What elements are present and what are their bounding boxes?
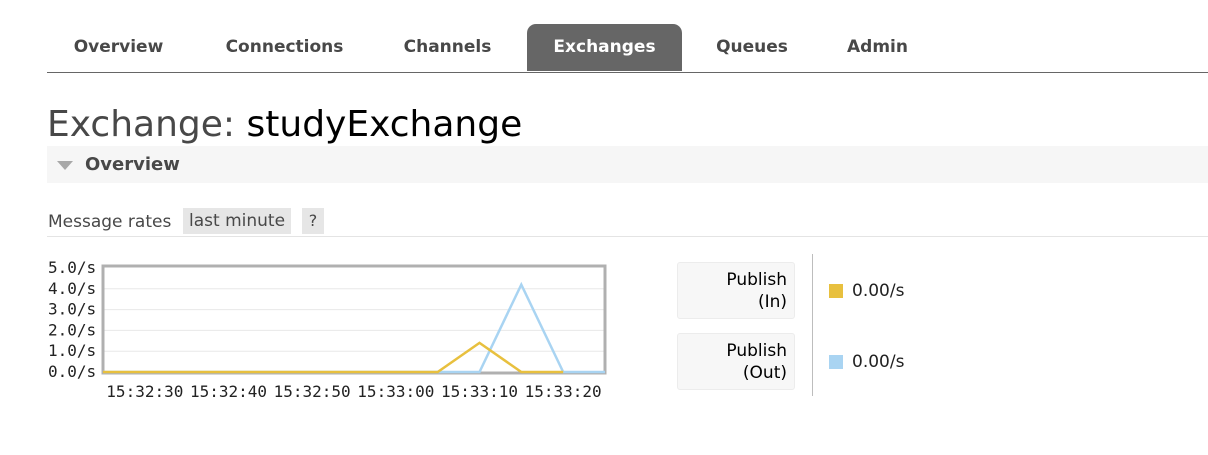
tab-overview[interactable]: Overview: [47, 24, 190, 71]
x-tick-label: 15:33:10: [441, 382, 518, 401]
publish-out-rate: 0.00/s: [852, 352, 905, 372]
tab-exchanges[interactable]: Exchanges: [527, 24, 682, 71]
page-title: Exchange: studyExchange: [47, 100, 522, 150]
series-line-publish-out: [103, 281, 605, 374]
y-tick-label: 0.0/s: [48, 362, 96, 381]
chart-plot-area: [101, 264, 607, 375]
exchange-name: studyExchange: [246, 104, 523, 145]
tab-queues[interactable]: Queues: [697, 24, 807, 71]
message-rates-row: Message rates last minute ?: [47, 208, 1208, 237]
legend-label-line: Publish: [726, 341, 787, 361]
y-tick-label: 5.0/s: [48, 258, 96, 277]
legend-label-publish-out: Publish (Out): [677, 333, 795, 390]
overview-section-header[interactable]: Overview: [47, 146, 1208, 183]
tab-admin[interactable]: Admin: [825, 24, 930, 71]
x-tick-label: 15:32:30: [106, 382, 183, 401]
triangle-down-icon: [57, 161, 73, 170]
x-tick-label: 15:32:50: [274, 382, 351, 401]
x-tick-label: 15:32:40: [190, 382, 267, 401]
legend-divider: [812, 254, 813, 396]
page-title-prefix: Exchange:: [47, 104, 236, 145]
y-tick-label: 3.0/s: [48, 300, 96, 319]
legend-swatch-publish-out: [829, 355, 843, 369]
help-button[interactable]: ?: [302, 208, 324, 234]
series-line-publish-in: [103, 341, 564, 374]
main-nav-tabs: Overview Connections Channels Exchanges …: [47, 24, 1208, 73]
tab-connections[interactable]: Connections: [197, 24, 372, 71]
legend-label-line: (Out): [742, 363, 787, 383]
time-range-button[interactable]: last minute: [183, 208, 292, 234]
section-title: Overview: [85, 154, 180, 175]
publish-in-rate: 0.00/s: [852, 281, 905, 301]
message-rates-label: Message rates: [48, 212, 172, 232]
legend-swatch-publish-in: [829, 284, 843, 298]
x-tick-label: 15:33:00: [357, 382, 434, 401]
legend-label-line: Publish: [726, 270, 787, 290]
message-rates-chart: 5.0/s 4.0/s 3.0/s2.0/s 1.0/s 0.0/s 15:32:30 1…: [48, 258, 607, 401]
y-tick-label: 2.0/s: [48, 320, 96, 339]
x-tick-label: 15:33:20: [525, 382, 602, 401]
y-tick-label: 4.0/s: [48, 279, 96, 298]
y-tick-label: 1.0/s: [48, 341, 96, 360]
legend-label-line: (In): [757, 292, 787, 312]
legend-label-publish-in: Publish (In): [677, 262, 795, 319]
tab-channels[interactable]: Channels: [380, 24, 515, 71]
